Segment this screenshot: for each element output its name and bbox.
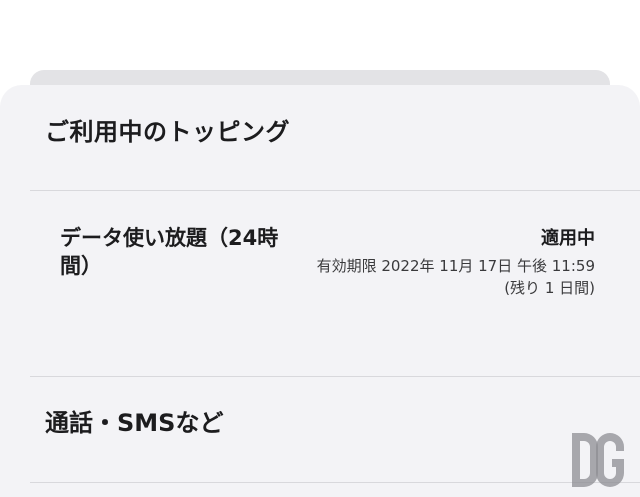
- calls-sms-section-title[interactable]: 通話・SMSなど: [45, 403, 223, 438]
- toppings-sheet: ご利用中のトッピング データ使い放題（24時間） 適用中 有効期限 2022年 …: [0, 85, 640, 497]
- topping-name: データ使い放題（24時間）: [60, 226, 279, 278]
- dg-logo-icon: [572, 433, 624, 487]
- divider: [30, 376, 640, 377]
- topping-status: 適用中: [541, 228, 595, 249]
- divider: [30, 482, 640, 483]
- sheet-header: ご利用中のトッピング: [45, 118, 290, 146]
- topping-expiry: 有効期限 2022年 11月 17日 午後 11:59 (残り 1 日間): [316, 257, 595, 297]
- topping-row[interactable]: データ使い放題（24時間） 適用中 有効期限 2022年 11月 17日 午後 …: [30, 191, 640, 376]
